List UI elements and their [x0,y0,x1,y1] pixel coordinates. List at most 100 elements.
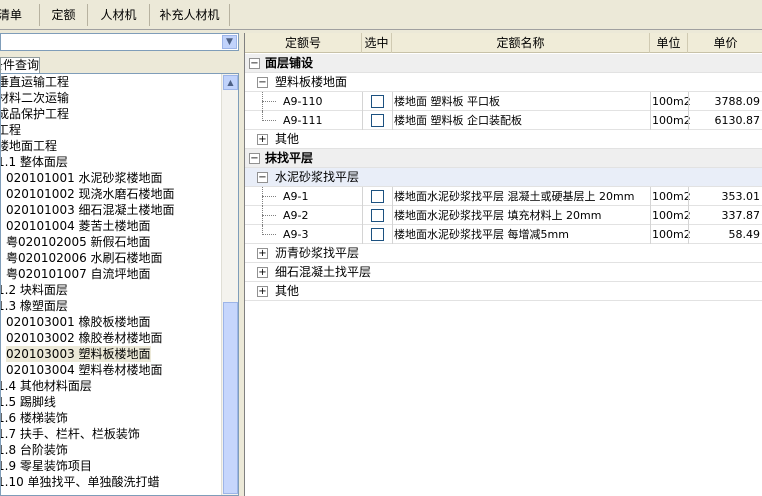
tree-item-label: 工程 [1,123,22,137]
quota-name: 楼地面 塑料板 平口板 [394,95,500,108]
divider [362,187,363,206]
tree-item[interactable]: 1.9 零星装饰项目 [1,458,92,474]
tree-connector [262,215,276,216]
tree-item[interactable]: 楼地面工程 [0,138,58,154]
tree-item[interactable]: 材料二次运输 [0,90,70,106]
tree-item[interactable]: 1.10 单独找平、单独酸洗打蜡 [0,474,160,490]
select-checkbox[interactable] [371,209,384,222]
table-row[interactable]: A9-111 楼地面 塑料板 企口装配板 100m2 6130.87 [245,111,762,130]
select-checkbox[interactable] [371,114,384,127]
subgroup-row[interactable]: + 沥青砂浆找平层 [245,244,762,263]
quota-name: 楼地面水泥砂浆找平层 混凝土或硬基层上 20mm [394,190,635,203]
divider [650,187,651,206]
expand-icon[interactable]: + [257,267,268,278]
subgroup-row-selected[interactable]: − 水泥砂浆找平层 [245,168,762,187]
tree-item[interactable]: 020103002 橡胶卷材楼地面 [6,330,163,346]
select-checkbox[interactable] [371,228,384,241]
tree-item[interactable]: 粤020102006 水刷石楼地面 [6,250,163,266]
divider [392,187,393,206]
quota-unit: 100m2 [652,95,691,108]
subgroup-row[interactable]: + 其他 [245,282,762,301]
scrollbar-thumb[interactable] [223,302,238,494]
quota-name: 楼地面水泥砂浆找平层 填充材料上 20mm [394,209,602,222]
tree-item-selected[interactable]: 020103003 塑料板楼地面 [6,346,151,362]
tree-item[interactable]: 粤020101007 自流坪地面 [6,266,151,282]
tab-supplementary-labor-material-machine[interactable]: 补充人材机 [150,4,230,26]
category-combo[interactable]: ▼ [0,33,239,51]
tree-item[interactable]: 1.4 其他材料面层 [1,378,92,394]
tree-item[interactable]: 1.6 楼梯装饰 [1,410,68,426]
select-checkbox[interactable] [371,190,384,203]
chevron-down-icon[interactable]: ▼ [222,35,237,49]
tree-item[interactable]: 1.5 踢脚线 [0,394,56,410]
subgroup-row[interactable]: + 其他 [245,130,762,149]
tree-item-label: 1.10 单独找平、单独酸洗打蜡 [0,475,160,489]
tree-item-label: 材料二次运输 [0,91,70,105]
tree-item[interactable]: 020103004 塑料卷材楼地面 [6,362,163,378]
header-unit[interactable]: 单位 [650,33,688,53]
table-row[interactable]: A9-2 楼地面水泥砂浆找平层 填充材料上 20mm 100m2 337.87 [245,206,762,225]
quota-code: A9-110 [283,95,323,108]
tab-bill[interactable]: 清单 [0,4,40,26]
header-price-label: 单价 [713,36,738,50]
subgroup-label: 其他 [275,284,300,298]
tree-item-label: 成品保护工程 [0,107,70,121]
divider [362,92,363,111]
tree-connector [262,101,276,102]
tree-item[interactable]: 1.7 扶手、栏杆、栏板装饰 [1,426,140,442]
tree-item-label: 垂直运输工程 [0,75,70,89]
group-row[interactable]: − 抹找平层 [245,149,762,168]
tree-item[interactable]: 工程 [1,122,22,138]
tree-connector [262,120,276,121]
collapse-icon[interactable]: − [257,77,268,88]
tree-item[interactable]: 1.2 块料面层 [0,282,68,298]
subgroup-label: 水泥砂浆找平层 [275,170,360,184]
expand-icon[interactable]: + [257,134,268,145]
divider [688,187,689,206]
tree-item[interactable]: 020101004 菱苦土楼地面 [6,218,151,234]
tab-condition-query[interactable]: 条件查询 [0,57,40,73]
header-price[interactable]: 单价 [688,33,762,53]
header-code[interactable]: 定额号 [245,33,362,53]
tree-item[interactable]: 1.1 整体面层 [1,154,68,170]
tree-scrollbar[interactable]: ▲ [221,74,238,495]
tab-quota[interactable]: 定额 [40,4,88,26]
collapse-icon[interactable]: − [257,172,268,183]
table-row[interactable]: A9-3 楼地面水泥砂浆找平层 每增减5mm 100m2 58.49 [245,225,762,244]
tree-item[interactable]: 020103001 橡胶板楼地面 [6,314,151,330]
quota-name: 楼地面水泥砂浆找平层 每增减5mm [394,228,569,241]
header-name[interactable]: 定额名称 [392,33,650,53]
collapse-icon[interactable]: − [249,153,260,164]
tab-labor-material-machine[interactable]: 人材机 [88,4,150,26]
tree-item-label: 020103002 橡胶卷材楼地面 [6,331,163,345]
tab-condition-query-label: 条件查询 [1,58,39,72]
collapse-icon[interactable]: − [249,58,260,69]
tree-item[interactable]: 020101002 现浇水磨石楼地面 [6,186,175,202]
header-select[interactable]: 选中 [362,33,392,53]
tree-item-label: 粤020101007 自流坪地面 [6,267,151,281]
tree-item[interactable]: 020101001 水泥砂浆楼地面 [6,170,163,186]
quota-price: 337.87 [721,209,761,222]
tree-item[interactable]: 成品保护工程 [0,106,70,122]
select-checkbox[interactable] [371,95,384,108]
divider [392,92,393,111]
quota-grid: 定额号 选中 定额名称 单位 单价 − 面层铺设 − 塑料板楼地面 A9-110… [244,33,762,496]
scroll-up-arrow-icon[interactable]: ▲ [223,75,238,90]
expand-icon[interactable]: + [257,286,268,297]
table-row[interactable]: A9-1 楼地面水泥砂浆找平层 混凝土或硬基层上 20mm 100m2 353.… [245,187,762,206]
tree-item[interactable]: 垂直运输工程 [0,74,70,90]
tree-item-label: 1.5 踢脚线 [0,395,56,409]
tree-item[interactable]: 1.3 橡塑面层 [1,298,68,314]
group-row[interactable]: − 面层铺设 [245,54,762,73]
tree-item-label: 楼地面工程 [0,139,58,153]
tree-item[interactable]: 1.8 台阶装饰 [1,442,68,458]
expand-icon[interactable]: + [257,248,268,259]
tab-supplementary-label: 补充人材机 [159,8,220,22]
tree-item-label: 1.2 块料面层 [0,283,68,297]
tree-item[interactable]: 粤020102005 新假石地面 [6,234,151,250]
subgroup-row[interactable]: + 细石混凝土找平层 [245,263,762,282]
divider [688,225,689,244]
table-row[interactable]: A9-110 楼地面 塑料板 平口板 100m2 3788.09 [245,92,762,111]
tree-item[interactable]: 020101003 细石混凝土楼地面 [6,202,175,218]
subgroup-row[interactable]: − 塑料板楼地面 [245,73,762,92]
